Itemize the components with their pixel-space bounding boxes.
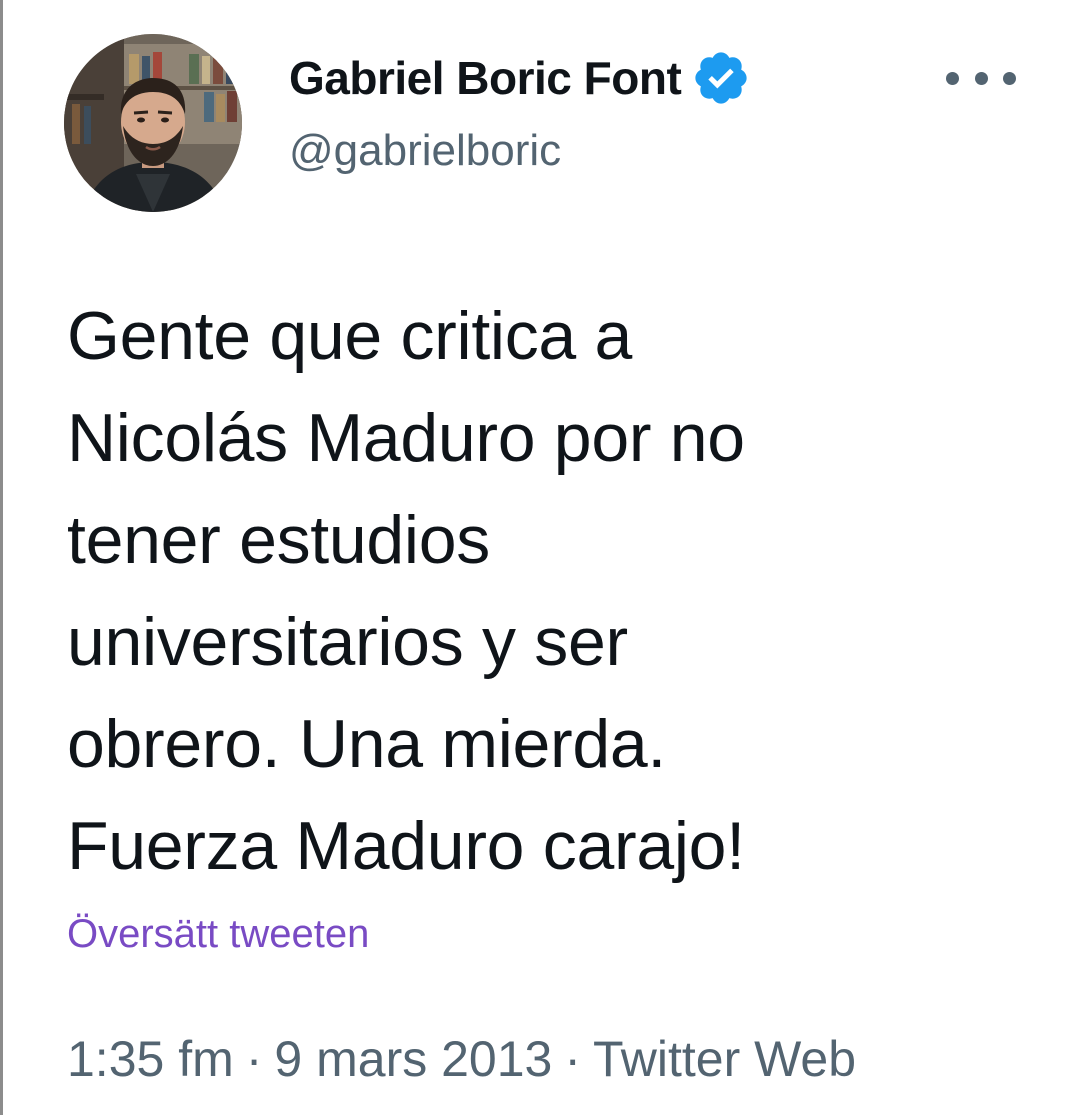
more-dots-icon xyxy=(946,71,959,85)
tweet-source[interactable]: Twitter Web xyxy=(593,1031,856,1087)
tweet-text-line: Nicolás Maduro por no xyxy=(67,400,745,476)
tweet-date[interactable]: 9 mars 2013 xyxy=(274,1031,552,1087)
tweet-text-line: tener estudios xyxy=(67,502,490,578)
more-dots-icon xyxy=(1003,71,1016,85)
meta-separator: · xyxy=(564,1031,581,1087)
user-handle[interactable]: @gabrielboric xyxy=(289,126,751,176)
more-dots-icon xyxy=(974,71,988,85)
tweet-text-line: obrero. Una mierda. xyxy=(67,706,667,782)
meta-separator: · xyxy=(245,1031,263,1087)
tweet-card: Gabriel Boric Font @gabrielboric Gente q… xyxy=(0,0,1080,1115)
display-name[interactable]: Gabriel Boric Font xyxy=(289,51,682,105)
translate-tweet-link[interactable]: Översätt tweeten xyxy=(67,912,369,957)
tweet-text-line: universitarios y ser xyxy=(67,604,628,680)
avatar-image xyxy=(64,34,242,212)
tweet-header: Gabriel Boric Font @gabrielboric xyxy=(289,48,751,176)
tweet-text: Gente que critica a Nicolás Maduro por n… xyxy=(67,285,1027,897)
name-row: Gabriel Boric Font xyxy=(289,48,751,108)
avatar[interactable] xyxy=(64,34,242,212)
tweet-text-line: Gente que critica a xyxy=(67,298,633,374)
cutoff-content xyxy=(67,1103,127,1115)
tweet-time[interactable]: 1:35 fm xyxy=(67,1031,234,1087)
tweet-metadata: 1:35 fm · 9 mars 2013 · Twitter Web xyxy=(67,1030,856,1088)
more-options-button[interactable] xyxy=(946,60,1016,96)
tweet-text-line: Fuerza Maduro carajo! xyxy=(67,808,745,884)
verified-badge-icon xyxy=(691,48,751,108)
